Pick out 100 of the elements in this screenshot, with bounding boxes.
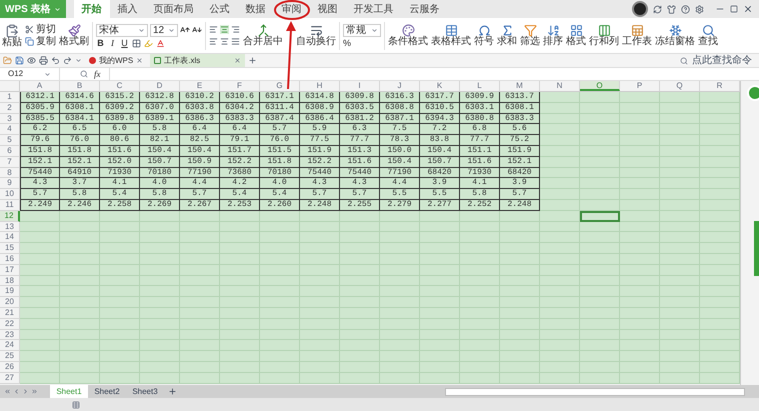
ribbon-tool-button[interactable]: 冻结窗格	[655, 24, 695, 47]
app-menu-button[interactable]: WPS 表格	[0, 0, 66, 18]
row-header[interactable]: 19	[0, 286, 20, 298]
column-header[interactable]: A	[20, 81, 60, 91]
row-header[interactable]: 10	[0, 189, 20, 200]
ribbon-tool-button[interactable]: 表格样式	[431, 24, 471, 47]
table-cell: 151.5	[260, 146, 300, 157]
row-header[interactable]: 21	[0, 308, 20, 319]
table-cell: 151.1	[460, 146, 500, 157]
table-cell: 6386.3	[180, 114, 220, 124]
table-cell: 2.269	[140, 200, 180, 211]
ribbon-tool-button[interactable]: 筛选	[520, 24, 540, 47]
row-header[interactable]: 15	[0, 243, 20, 254]
column-header[interactable]: E	[180, 81, 220, 91]
menu-tab[interactable]: 开始	[74, 0, 110, 18]
menu-tab[interactable]: 视图	[310, 0, 346, 18]
menu-tab[interactable]: 审阅	[274, 0, 310, 18]
cut-button[interactable]: 剪切	[25, 24, 56, 34]
row-header[interactable]: 2	[0, 102, 20, 114]
row-header[interactable]: 6	[0, 146, 20, 157]
row-header[interactable]: 25	[0, 351, 20, 362]
column-header[interactable]: G	[260, 81, 300, 91]
paste-button[interactable]: 粘贴	[2, 24, 22, 48]
row-header[interactable]: 14	[0, 232, 20, 244]
sheet-tab[interactable]: Sheet2	[88, 385, 126, 398]
column-header[interactable]: F	[220, 81, 260, 91]
function-label[interactable]: fx	[94, 70, 100, 78]
row-header[interactable]: 5	[0, 135, 20, 146]
sheet-tab[interactable]: Sheet1	[50, 385, 88, 398]
row-header[interactable]: 16	[0, 254, 20, 265]
ribbon-tool-button[interactable]: 符号	[474, 24, 494, 47]
column-header[interactable]: P	[620, 81, 660, 91]
name-box[interactable]: O12	[0, 68, 60, 80]
command-search-field[interactable]: 点此查找命令	[692, 56, 752, 66]
table-cell: 6307.0	[140, 102, 180, 114]
table-cell: 2.255	[340, 200, 380, 211]
format-painter-button[interactable]: 格式刷	[59, 24, 89, 47]
column-header[interactable]: H	[300, 81, 340, 91]
column-header[interactable]: J	[380, 81, 420, 91]
ribbon-tool-button[interactable]: 条件格式	[388, 24, 428, 47]
sheet-tab[interactable]: Sheet3	[126, 385, 164, 398]
column-header[interactable]: C	[100, 81, 140, 91]
row-header[interactable]: 9	[0, 178, 20, 190]
font-size-field[interactable]: 12	[150, 24, 178, 36]
menu-tab[interactable]: 开发工具	[346, 0, 402, 18]
column-header[interactable]: Q	[660, 81, 700, 91]
menu-tab[interactable]: 页面布局	[146, 0, 202, 18]
table-cell: 5.6	[500, 124, 540, 136]
row-header[interactable]: 3	[0, 114, 20, 124]
document-tab[interactable]: 工作表.xls	[150, 54, 246, 67]
row-header[interactable]: 22	[0, 318, 20, 330]
ribbon-tool-button[interactable]: 行和列	[589, 24, 619, 47]
percent-button[interactable]: %	[343, 38, 381, 48]
font-field[interactable]: 宋体	[96, 24, 148, 36]
wrap-text-button[interactable]: 自动换行	[296, 24, 336, 47]
row-header[interactable]: 24	[0, 340, 20, 352]
table-cell: 70180	[260, 168, 300, 178]
table-cell: 150.0	[380, 146, 420, 157]
column-header[interactable]: B	[60, 81, 100, 91]
row-header[interactable]: 26	[0, 362, 20, 373]
menu-tab[interactable]: 数据	[238, 0, 274, 18]
ribbon-tool-button[interactable]: 排序	[543, 24, 563, 47]
column-header[interactable]: O	[580, 81, 620, 91]
menu-tab[interactable]: 插入	[110, 0, 146, 18]
table-cell: 5.4	[100, 189, 140, 200]
copy-button[interactable]: 复制	[25, 36, 56, 46]
row-header[interactable]: 12	[0, 210, 20, 222]
column-header[interactable]: D	[140, 81, 180, 91]
merge-center-button[interactable]: 合并居中	[243, 24, 283, 47]
ribbon-tool-button[interactable]: 工作表	[622, 24, 652, 47]
row-header[interactable]: 7	[0, 156, 20, 168]
ribbon-tool-button[interactable]: 格式	[566, 24, 586, 47]
ribbon-tool-button[interactable]: 求和	[497, 24, 517, 47]
font-style-button[interactable]: I	[108, 38, 117, 48]
table-cell: 5.7	[20, 189, 60, 200]
document-tab[interactable]: 我的WPS	[85, 54, 148, 67]
ribbon-tool-button[interactable]: 查找	[698, 24, 718, 47]
table-cell: 5.8	[460, 189, 500, 200]
row-header[interactable]: 13	[0, 222, 20, 232]
table-cell: 68420	[500, 168, 540, 178]
row-header[interactable]: 18	[0, 276, 20, 286]
row-header[interactable]: 23	[0, 330, 20, 340]
row-header[interactable]: 8	[0, 168, 20, 178]
column-header[interactable]: M	[500, 81, 540, 91]
table-cell: 151.8	[60, 146, 100, 157]
number-format-field[interactable]: 常规	[343, 24, 381, 36]
row-header[interactable]: 4	[0, 124, 20, 136]
column-header[interactable]: K	[420, 81, 460, 91]
row-header[interactable]: 27	[0, 372, 20, 384]
font-style-button[interactable]: B	[96, 38, 105, 48]
table-cell: 151.6	[340, 156, 380, 168]
row-header[interactable]: 11	[0, 200, 20, 211]
column-header[interactable]: I	[340, 81, 380, 91]
row-header[interactable]: 1	[0, 92, 20, 103]
font-style-button[interactable]: U	[120, 38, 129, 48]
row-header[interactable]: 17	[0, 264, 20, 276]
menu-tab[interactable]: 云服务	[402, 0, 448, 18]
menu-tab[interactable]: 公式	[202, 0, 238, 18]
row-header[interactable]: 20	[0, 297, 20, 308]
column-header[interactable]: L	[460, 81, 500, 91]
